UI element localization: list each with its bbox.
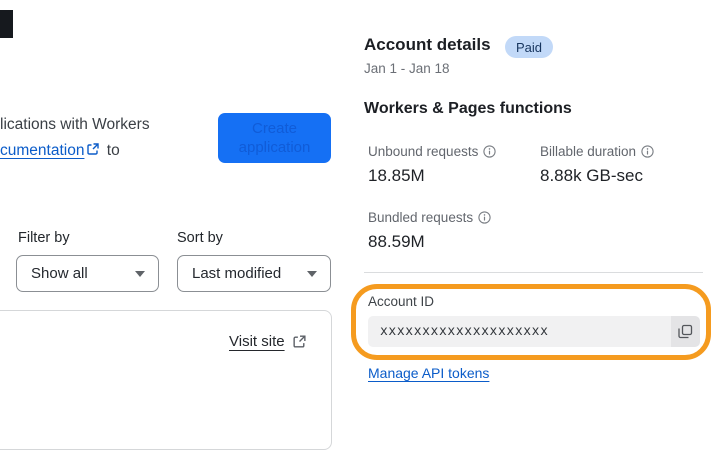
account-details-title: Account details <box>364 35 491 54</box>
unbound-requests-value: 18.85M <box>368 166 425 185</box>
external-link-icon <box>292 334 307 349</box>
filter-dropdown-value: Show all <box>31 265 88 282</box>
copy-account-id-button[interactable] <box>671 316 700 347</box>
metric-label-text: Bundled requests <box>368 210 474 225</box>
filter-dropdown[interactable]: Show all <box>16 255 159 292</box>
copy-icon <box>678 324 693 339</box>
visit-site-label: Visit site <box>229 333 285 350</box>
account-id-input[interactable] <box>368 316 671 347</box>
info-icon[interactable] <box>641 145 654 158</box>
paid-badge: Paid <box>505 36 554 58</box>
bundled-requests-value: 88.59M <box>368 232 425 251</box>
sort-by-label: Sort by <box>177 230 223 246</box>
intro-suffix: to <box>102 142 120 159</box>
info-icon[interactable] <box>483 145 496 158</box>
metric-label-text: Billable duration <box>540 144 637 159</box>
metric-label-text: Unbound requests <box>368 144 479 159</box>
documentation-link[interactable]: cumentation <box>0 142 84 159</box>
billable-duration-label: Billable duration <box>540 144 654 159</box>
sort-dropdown[interactable]: Last modified <box>177 255 331 292</box>
manage-api-tokens-link[interactable]: Manage API tokens <box>368 365 489 381</box>
workers-pages-functions-title: Workers & Pages functions <box>364 100 572 117</box>
unbound-requests-label: Unbound requests <box>368 144 496 159</box>
sort-dropdown-value: Last modified <box>192 265 282 282</box>
billable-duration-value: 8.88k GB-sec <box>540 166 643 185</box>
account-id-label: Account ID <box>368 294 435 309</box>
divider <box>364 272 703 273</box>
info-icon[interactable] <box>478 211 491 224</box>
date-range: Jan 1 - Jan 18 <box>364 61 450 76</box>
chevron-down-icon <box>135 270 145 277</box>
create-application-button[interactable]: Create application <box>218 113 331 163</box>
filter-by-label: Filter by <box>18 230 70 246</box>
intro-line1: lications with Workers <box>0 116 150 133</box>
external-link-icon <box>86 142 100 156</box>
site-card <box>0 310 332 450</box>
account-id-group <box>368 316 700 347</box>
corner-fragment <box>0 10 13 38</box>
bundled-requests-label: Bundled requests <box>368 210 491 225</box>
chevron-down-icon <box>307 270 317 277</box>
visit-site-link[interactable]: Visit site <box>229 333 307 350</box>
intro-text: lications with Workers cumentation to <box>0 112 220 164</box>
